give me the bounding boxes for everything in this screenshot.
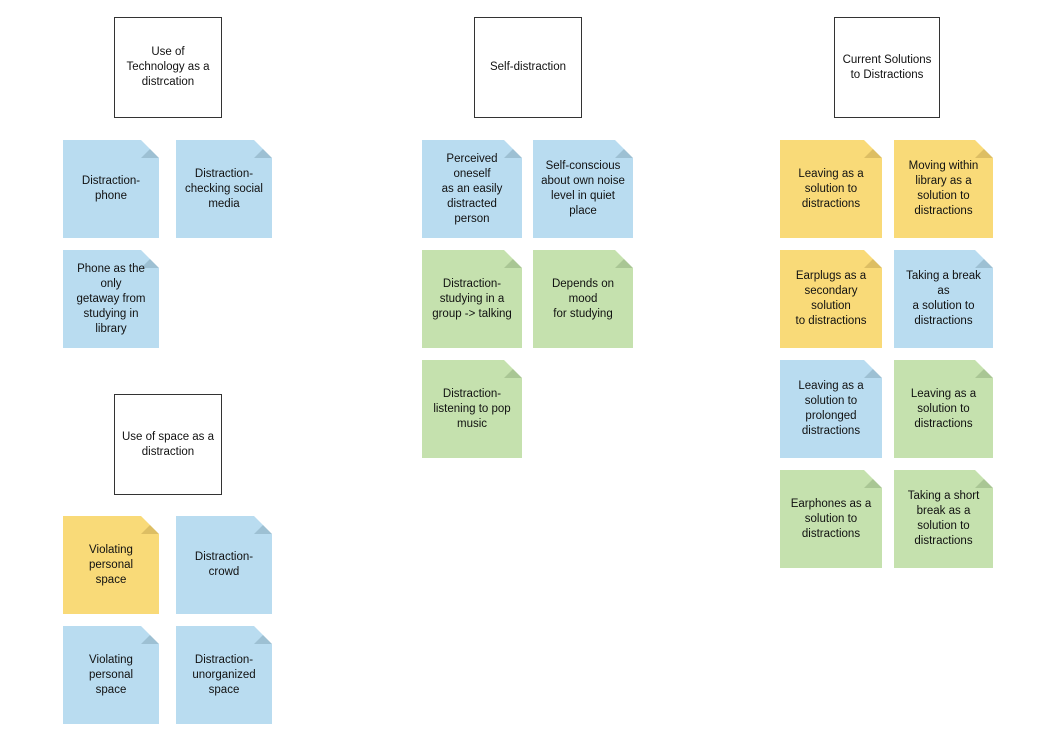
- sticky-note-label: Self-conscious about own noise level in …: [541, 160, 625, 217]
- sticky-note-label: Earphones as a solution to distractions: [790, 497, 872, 540]
- folded-corner-icon: [254, 626, 272, 644]
- sticky-note-label: Taking a short break as a solution to di…: [907, 490, 980, 547]
- folded-corner-icon: [141, 516, 159, 534]
- sticky-note[interactable]: Distraction- listening to pop music: [422, 360, 522, 458]
- sticky-note[interactable]: Phone as the only getaway from studying …: [63, 250, 159, 348]
- folded-corner-icon: [975, 470, 993, 488]
- folded-corner-icon: [141, 626, 159, 644]
- sticky-note[interactable]: Distraction- unorganized space: [176, 626, 272, 724]
- group-header-label: Use of space as a distraction: [121, 430, 215, 458]
- folded-corner-icon: [504, 360, 522, 378]
- sticky-note-label: Leaving as a solution to prolonged distr…: [798, 380, 864, 437]
- folded-corner-icon: [254, 516, 272, 534]
- sticky-note-label: Violating personal space: [88, 653, 134, 696]
- sticky-note-label: Distraction- listening to pop music: [433, 387, 511, 430]
- folded-corner-icon: [864, 140, 882, 158]
- sticky-note[interactable]: Self-conscious about own noise level in …: [533, 140, 633, 238]
- group-header-label: Current Solutions to Distractions: [842, 53, 932, 81]
- sticky-note-label: Distraction- crowd: [194, 551, 254, 578]
- folded-corner-icon: [141, 140, 159, 158]
- affinity-diagram-board: Use of Technology as a distrcation Distr…: [0, 0, 1056, 735]
- folded-corner-icon: [254, 140, 272, 158]
- sticky-note-label: Earplugs as a secondary solution to dist…: [795, 270, 867, 327]
- sticky-note[interactable]: Moving within library as a solution to d…: [894, 140, 993, 238]
- sticky-note[interactable]: Earplugs as a secondary solution to dist…: [780, 250, 882, 348]
- folded-corner-icon: [975, 360, 993, 378]
- sticky-note-label: Taking a break as a solution to distract…: [906, 270, 981, 327]
- sticky-note-label: Leaving as a solution to distractions: [798, 167, 864, 210]
- sticky-note[interactable]: Distraction- crowd: [176, 516, 272, 614]
- group-header-technology[interactable]: Use of Technology as a distrcation: [114, 17, 222, 118]
- folded-corner-icon: [504, 250, 522, 268]
- group-header-space[interactable]: Use of space as a distraction: [114, 394, 222, 495]
- folded-corner-icon: [615, 140, 633, 158]
- sticky-note[interactable]: Distraction- studying in a group -> talk…: [422, 250, 522, 348]
- sticky-note-label: Phone as the only getaway from studying …: [76, 262, 146, 335]
- sticky-note[interactable]: Leaving as a solution to distractions: [780, 140, 882, 238]
- folded-corner-icon: [864, 470, 882, 488]
- group-header-label: Self-distraction: [489, 61, 567, 73]
- group-header-current-solutions[interactable]: Current Solutions to Distractions: [834, 17, 940, 118]
- sticky-note[interactable]: Perceived oneself as an easily distracte…: [422, 140, 522, 238]
- sticky-note-label: Distraction- checking social media: [185, 167, 263, 210]
- sticky-note[interactable]: Violating personal space: [63, 516, 159, 614]
- sticky-note-label: Depends on mood for studying: [551, 277, 615, 320]
- sticky-note[interactable]: Violating personal space: [63, 626, 159, 724]
- folded-corner-icon: [975, 140, 993, 158]
- sticky-note[interactable]: Distraction- phone: [63, 140, 159, 238]
- sticky-note-label: Perceived oneself as an easily distracte…: [441, 152, 503, 225]
- sticky-note-label: Moving within library as a solution to d…: [908, 160, 979, 217]
- sticky-note[interactable]: Earphones as a solution to distractions: [780, 470, 882, 568]
- sticky-note[interactable]: Leaving as a solution to distractions: [894, 360, 993, 458]
- sticky-note-label: Distraction- studying in a group -> talk…: [432, 277, 512, 320]
- sticky-note[interactable]: Taking a short break as a solution to di…: [894, 470, 993, 568]
- sticky-note-label: Distraction- phone: [81, 175, 141, 202]
- folded-corner-icon: [864, 250, 882, 268]
- sticky-note[interactable]: Depends on mood for studying: [533, 250, 633, 348]
- folded-corner-icon: [864, 360, 882, 378]
- group-header-label: Use of Technology as a distrcation: [126, 46, 210, 88]
- sticky-note[interactable]: Leaving as a solution to prolonged distr…: [780, 360, 882, 458]
- sticky-note-label: Violating personal space: [88, 543, 134, 586]
- sticky-note[interactable]: Distraction- checking social media: [176, 140, 272, 238]
- sticky-note-label: Leaving as a solution to distractions: [910, 387, 977, 430]
- sticky-note-label: Distraction- unorganized space: [192, 653, 256, 696]
- folded-corner-icon: [975, 250, 993, 268]
- folded-corner-icon: [615, 250, 633, 268]
- sticky-note[interactable]: Taking a break as a solution to distract…: [894, 250, 993, 348]
- group-header-self-distraction[interactable]: Self-distraction: [474, 17, 582, 118]
